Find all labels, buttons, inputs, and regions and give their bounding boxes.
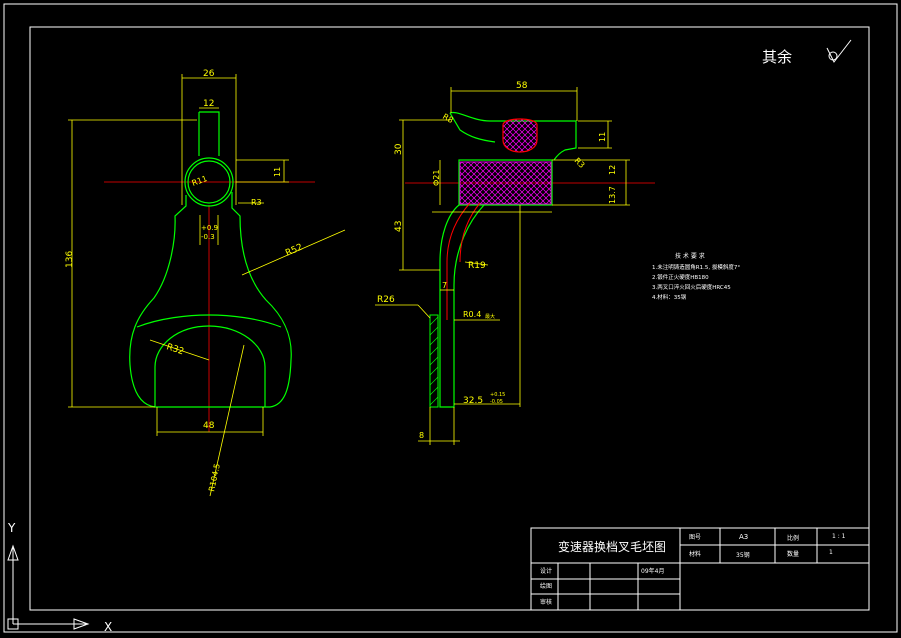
tech-note-item: 2.锻件正火硬度HB180 (652, 273, 709, 281)
design-label: 设计 (540, 567, 552, 575)
side-dim-offset: 32.5 (463, 396, 483, 406)
sheet-label: 图号 (689, 534, 701, 541)
material-label: 材料 (689, 550, 701, 558)
surface-finish-label: 其余 (762, 48, 792, 66)
side-dim-top-height: 11 (598, 132, 607, 142)
front-dim-radius-small: R3 (251, 198, 262, 207)
front-dim-tol-upper: +0.9 (201, 224, 218, 232)
front-dim-hole-offset: 11 (273, 167, 282, 177)
tech-notes-title: 技 术 要 求 (675, 252, 705, 260)
side-dim-diameter: Φ21 (432, 170, 441, 186)
drawing-title: 变速器换档叉毛坯图 (558, 539, 666, 554)
side-dim-radius-left: R26 (377, 295, 395, 305)
side-dim-top-width: 58 (516, 81, 528, 91)
material-value: 35钢 (736, 551, 750, 559)
front-dim-fork-width: 48 (203, 421, 215, 431)
side-guide-profile (502, 118, 538, 153)
side-hatched-block (459, 161, 552, 205)
side-dim-offset-tol-upper: +0.15 (490, 392, 505, 398)
side-dim-note-small: 最大 (485, 313, 495, 320)
side-dim-offset-tol-lower: -0.05 (490, 399, 503, 405)
side-dim-block-half: 13.7 (608, 186, 617, 204)
cad-drawing-canvas: 其余 26 12 136 11 R11 R3 +0.9 -0.3 R52 R32… (0, 0, 901, 638)
scale-label: 比例 (787, 534, 799, 542)
design-date: 09年4月 (641, 567, 664, 575)
side-dim-head-height: 30 (394, 143, 404, 155)
draw-label: 绘图 (540, 582, 552, 590)
tech-note-item: 1.未注明铸造圆角R1.5, 拔模斜度7° (652, 263, 740, 271)
front-dim-top-width: 26 (203, 69, 215, 79)
review-label: 审核 (540, 598, 552, 606)
ucs-x-label: X (104, 620, 112, 634)
side-dim-bottom-thickness: 8 (419, 431, 424, 440)
side-dim-radius-bend: R19 (468, 261, 486, 271)
quantity-value: 1 (829, 549, 833, 556)
side-dim-web-height: 43 (394, 221, 404, 232)
front-dim-slot-width: 12 (203, 99, 214, 109)
front-dim-tol-lower: -0.3 (201, 233, 215, 241)
side-dim-radius-small-tip: R0.4 (463, 310, 481, 319)
side-dim-block-height: 12 (608, 165, 617, 175)
sheet-value: A3 (739, 533, 748, 541)
tech-note-item: 3.两叉口淬火回火后硬度HRC45 (652, 283, 731, 291)
scale-value: 1 : 1 (832, 533, 846, 540)
tech-note-item: 4.材料：35钢 (652, 293, 687, 301)
ucs-y-label: Y (7, 521, 16, 535)
front-dim-height: 136 (65, 251, 75, 268)
side-dim-web-thickness: 7 (442, 281, 447, 290)
quantity-label: 数量 (787, 550, 799, 558)
